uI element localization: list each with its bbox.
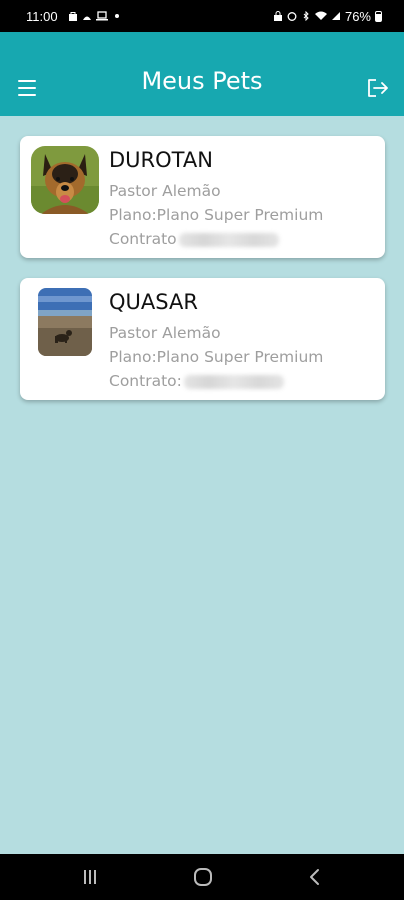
pet-card-durotan[interactable]: DUROTAN Pastor Alemão Plano:Plano Super … — [20, 136, 385, 258]
status-bar: 11:00 76% — [0, 0, 404, 32]
pet-card-quasar[interactable]: QUASAR Pastor Alemão Plano:Plano Super P… — [20, 278, 385, 400]
pets-list: DUROTAN Pastor Alemão Plano:Plano Super … — [0, 116, 404, 854]
alarm-icon — [287, 12, 297, 21]
pet-plan: Plano:Plano Super Premium — [109, 348, 324, 366]
more-notifications-dot — [114, 14, 119, 18]
pet-breed: Pastor Alemão — [109, 324, 221, 342]
android-icon — [82, 16, 91, 20]
pet-contract: Contrato: — [109, 372, 284, 390]
laptop-icon — [95, 11, 108, 21]
pet-plan: Plano:Plano Super Premium — [109, 206, 324, 224]
pet-contract: Contrato — [109, 230, 279, 248]
alarm-lock-icon — [273, 11, 282, 21]
back-icon[interactable] — [308, 868, 322, 886]
app-bar: Meus Pets — [0, 32, 404, 116]
status-bar-right: 76% — [273, 9, 382, 24]
beach-dog-photo — [38, 288, 92, 356]
pet-photo-image — [38, 288, 92, 356]
page-title: Meus Pets — [141, 67, 263, 95]
pet-name: QUASAR — [109, 290, 198, 314]
wifi-icon — [314, 11, 327, 20]
pet-photo-image — [31, 146, 99, 214]
german-shepherd-photo — [31, 146, 99, 214]
home-icon[interactable] — [193, 868, 213, 886]
status-bar-left: 11:00 — [26, 9, 119, 24]
signal-icon — [331, 12, 340, 20]
bluetooth-icon — [303, 11, 309, 21]
battery-icon — [375, 10, 382, 22]
contract-number-redacted — [183, 374, 284, 389]
contract-number-redacted — [178, 232, 279, 247]
contract-label: Contrato: — [109, 372, 182, 390]
bag-icon — [68, 12, 77, 21]
contract-label: Contrato — [109, 230, 177, 248]
menu-icon[interactable] — [18, 80, 36, 96]
pet-name: DUROTAN — [109, 148, 213, 172]
status-time: 11:00 — [26, 8, 58, 24]
pet-breed: Pastor Alemão — [109, 182, 221, 200]
notification-icons — [68, 11, 119, 21]
system-nav-bar — [0, 854, 404, 900]
battery-percent: 76% — [344, 8, 371, 24]
recents-icon[interactable] — [82, 868, 98, 886]
logout-icon[interactable] — [367, 78, 389, 98]
